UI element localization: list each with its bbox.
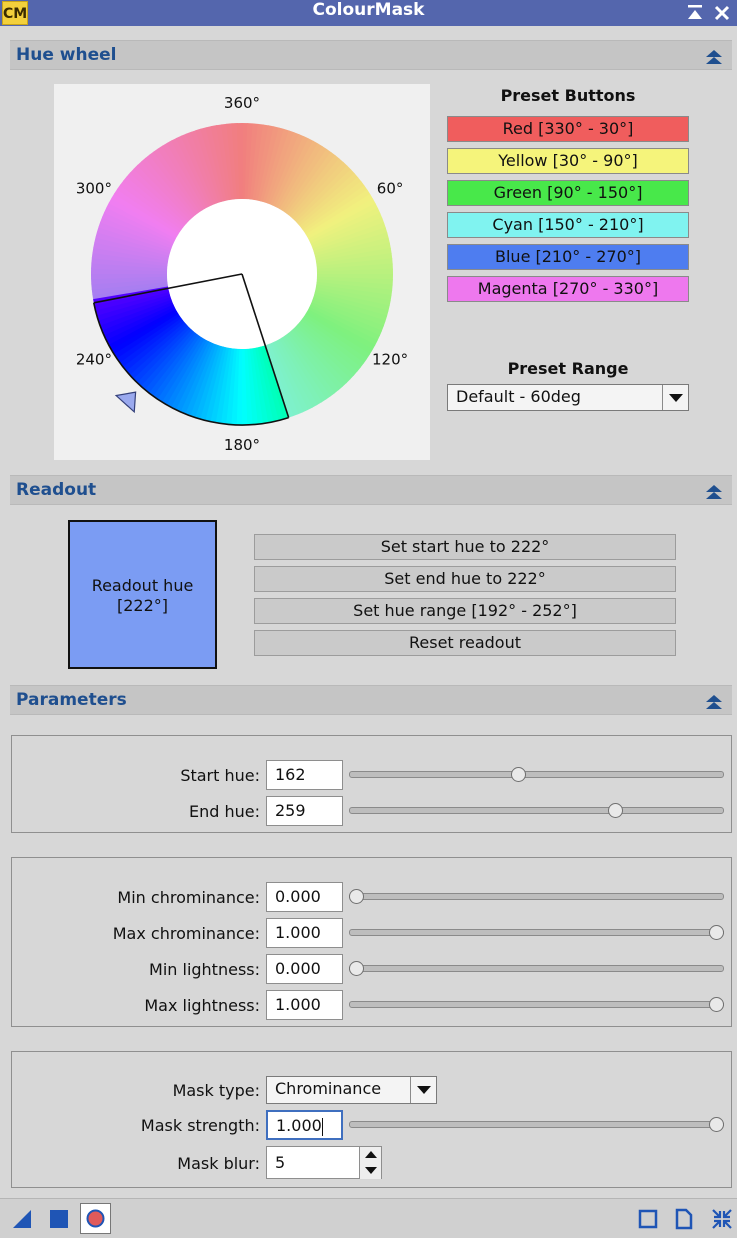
window-title: ColourMask	[312, 0, 425, 20]
documentation-icon[interactable]	[636, 1207, 660, 1231]
realtime-preview-icon[interactable]	[80, 1203, 111, 1234]
degree-label: 120°	[372, 351, 408, 369]
start-hue-input[interactable]: 162	[266, 760, 343, 790]
apply-global-icon[interactable]	[47, 1207, 71, 1231]
preset-button-cyan[interactable]: Cyan [150° - 210°]	[447, 212, 689, 238]
degree-label: 360°	[224, 94, 260, 112]
preset-button-blue[interactable]: Blue [210° - 270°]	[447, 244, 689, 270]
min-lightness-slider[interactable]	[349, 965, 724, 972]
min-lightness-slider-handle[interactable]	[349, 961, 364, 976]
browse-documentation-icon[interactable]	[672, 1207, 696, 1231]
hue-wheel-panel[interactable]: 360° 60° 120° 180° 240° 300°	[54, 84, 430, 460]
chevron-down-icon[interactable]	[410, 1077, 436, 1103]
min-chrominance-input[interactable]: 0.000	[266, 882, 343, 912]
min-lightness-input[interactable]: 0.000	[266, 954, 343, 984]
mask-blur-value: 5	[275, 1153, 286, 1172]
mask-strength-label: Mask strength:	[140, 1116, 260, 1135]
mask-type-value: Chrominance	[275, 1079, 382, 1098]
set-start-hue-button[interactable]: Set start hue to 222°	[254, 534, 676, 560]
max-chrominance-input[interactable]: 1.000	[266, 918, 343, 948]
start-hue-slider-handle[interactable]	[511, 767, 526, 782]
collapse-icon[interactable]	[704, 47, 724, 67]
preset-range-value: Default - 60deg	[456, 387, 581, 406]
new-instance-icon[interactable]	[10, 1207, 34, 1231]
max-lightness-slider-handle[interactable]	[709, 997, 724, 1012]
preset-button-yellow[interactable]: Yellow [30° - 90°]	[447, 148, 689, 174]
chevron-down-icon[interactable]	[662, 385, 688, 410]
collapse-icon[interactable]	[704, 482, 724, 502]
preset-button-red[interactable]: Red [330° - 30°]	[447, 116, 689, 142]
max-lightness-label: Max lightness:	[144, 996, 260, 1015]
preset-button-magenta[interactable]: Magenta [270° - 330°]	[447, 276, 689, 302]
preset-buttons-title: Preset Buttons	[500, 86, 636, 105]
end-hue-slider-handle[interactable]	[608, 803, 623, 818]
readout-hue-text: Readout hue [222°]	[91, 576, 194, 615]
hue-wheel[interactable]: 360° 60° 120° 180° 240° 300°	[54, 84, 430, 460]
mask-type-dropdown[interactable]: Chrominance	[266, 1076, 437, 1104]
min-chrominance-slider-handle[interactable]	[349, 889, 364, 904]
end-hue-label: End hue:	[188, 802, 260, 821]
reset-icon[interactable]	[710, 1207, 734, 1231]
mask-type-label: Mask type:	[172, 1081, 260, 1100]
start-hue-label: Start hue:	[180, 766, 260, 785]
min-lightness-label: Min lightness:	[149, 960, 260, 979]
section-header-readout[interactable]: Readout	[10, 475, 732, 505]
section-header-parameters[interactable]: Parameters	[10, 685, 732, 715]
min-chrominance-slider[interactable]	[349, 893, 724, 900]
bottom-toolbar	[0, 1198, 737, 1238]
readout-swatch: Readout hue [222°]	[68, 520, 217, 669]
text-cursor	[321, 1117, 323, 1136]
degree-label: 240°	[76, 351, 112, 369]
collapse-icon[interactable]	[704, 692, 724, 712]
max-chrominance-slider-handle[interactable]	[709, 925, 724, 940]
max-chrominance-slider[interactable]	[349, 929, 724, 936]
mask-strength-slider-handle[interactable]	[709, 1117, 724, 1132]
end-hue-slider[interactable]	[349, 807, 724, 814]
readout-marker-icon[interactable]	[114, 391, 137, 414]
degree-label: 300°	[76, 180, 112, 198]
section-title: Readout	[16, 480, 97, 500]
section-title: Parameters	[16, 690, 127, 710]
degree-label: 60°	[377, 180, 404, 198]
mask-blur-label: Mask blur:	[177, 1154, 260, 1173]
spin-down-icon[interactable]	[359, 1163, 381, 1179]
preset-button-green[interactable]: Green [90° - 150°]	[447, 180, 689, 206]
end-hue-input[interactable]: 259	[266, 796, 343, 826]
preset-range-title: Preset Range	[507, 359, 629, 378]
max-chrominance-label: Max chrominance:	[112, 924, 260, 943]
mask-strength-input[interactable]: 1.000	[266, 1110, 343, 1140]
section-title: Hue wheel	[16, 45, 117, 65]
section-header-hue-wheel[interactable]: Hue wheel	[10, 40, 732, 70]
title-bar: CM ColourMask	[0, 0, 737, 26]
set-end-hue-button[interactable]: Set end hue to 222°	[254, 566, 676, 592]
preset-range-dropdown[interactable]: Default - 60deg	[447, 384, 689, 411]
reset-readout-button[interactable]: Reset readout	[254, 630, 676, 656]
max-lightness-input[interactable]: 1.000	[266, 990, 343, 1020]
spin-up-icon[interactable]	[359, 1147, 381, 1163]
min-chrominance-label: Min chrominance:	[117, 888, 260, 907]
degree-label: 180°	[224, 436, 260, 454]
start-hue-slider[interactable]	[349, 771, 724, 778]
mask-blur-spinbox[interactable]: 5	[266, 1146, 382, 1179]
close-icon[interactable]	[711, 2, 733, 24]
mask-strength-value: 1.000	[276, 1116, 322, 1135]
mask-strength-slider[interactable]	[349, 1121, 724, 1128]
max-lightness-slider[interactable]	[349, 1001, 724, 1008]
shade-window-icon[interactable]	[684, 2, 706, 24]
set-hue-range-button[interactable]: Set hue range [192° - 252°]	[254, 598, 676, 624]
